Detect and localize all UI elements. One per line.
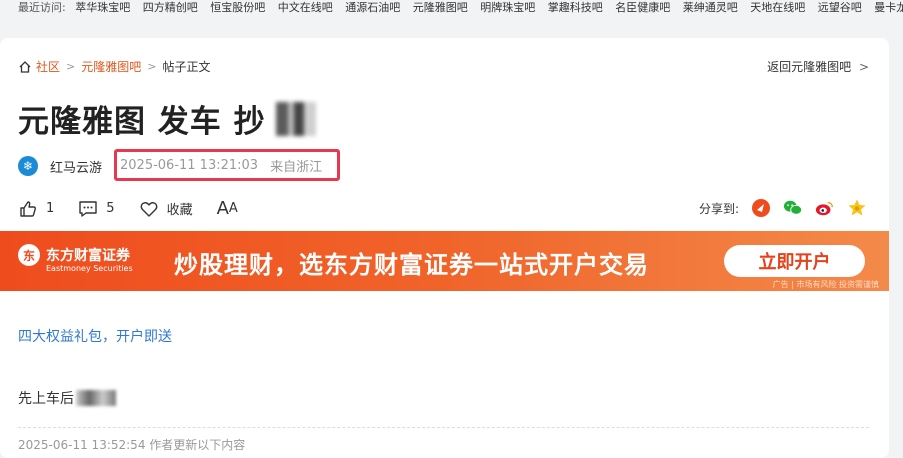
- post-title: 元隆雅图 发车 抄: [18, 96, 316, 141]
- post-location: 来自浙江: [270, 159, 323, 175]
- avatar[interactable]: ❄: [18, 156, 38, 176]
- open-account-button[interactable]: 立即开户: [724, 245, 865, 277]
- chevron-right-icon: >: [858, 60, 869, 74]
- recent-item[interactable]: 名臣健康吧: [615, 1, 670, 14]
- recent-item[interactable]: 掌趣科技吧: [548, 1, 603, 14]
- font-size-label-small: A: [228, 201, 238, 216]
- breadcrumb: 社区 > 元隆雅图吧 > 帖子正文: [18, 58, 210, 75]
- recent-item[interactable]: 恒宝股份吧: [210, 1, 265, 14]
- favorite-button[interactable]: 收藏: [139, 199, 193, 219]
- brand-name-en: Eastmoney Securities: [46, 264, 133, 273]
- redacted-text: [275, 101, 316, 136]
- brand-name-cn: 东方财富证券: [46, 248, 130, 264]
- post-author[interactable]: ❄ 红马云游: [18, 156, 102, 176]
- share-feed-icon[interactable]: [751, 198, 771, 218]
- comment-count: 5: [106, 201, 115, 216]
- ad-banner[interactable]: 东东方财富证券 Eastmoney Securities 炒股理财，选东方财富证…: [0, 231, 889, 291]
- redacted-text: [76, 390, 116, 406]
- recent-item[interactable]: 通源石油吧: [345, 1, 400, 14]
- breadcrumb-community[interactable]: 社区: [36, 58, 60, 75]
- divider: [18, 427, 869, 428]
- recent-item[interactable]: 远望谷吧: [818, 1, 862, 14]
- recent-item[interactable]: 曼卡龙: [874, 1, 903, 14]
- recent-item[interactable]: 莱绅通灵吧: [683, 1, 738, 14]
- recent-visits-label: 最近访问:: [18, 1, 66, 14]
- promo-link[interactable]: 四大权益礼包，开户即送: [18, 326, 172, 346]
- brand-logo: 东东方财富证券 Eastmoney Securities: [18, 244, 133, 273]
- home-icon[interactable]: [18, 60, 32, 74]
- recent-item[interactable]: 萃华珠宝吧: [75, 1, 130, 14]
- back-link-label: 返回元隆雅图吧: [767, 60, 852, 74]
- post-actions: 1 5 收藏 AA: [18, 198, 262, 219]
- post-meta-highlight: 2025-06-11 13:21:03 来自浙江: [114, 149, 340, 181]
- post-body: 先上车后: [18, 388, 116, 408]
- comment-icon: [79, 200, 97, 217]
- chevron-right-icon: >: [147, 60, 157, 73]
- recent-item[interactable]: 四方精创吧: [143, 1, 198, 14]
- author-name[interactable]: 红马云游: [50, 157, 102, 176]
- font-size-label-big: A: [216, 198, 229, 219]
- brand-logo-mark: 东: [18, 244, 40, 266]
- font-size-button[interactable]: AA: [217, 198, 238, 219]
- recent-visits-bar: 最近访问: 萃华珠宝吧 四方精创吧 恒宝股份吧 中文在线吧 通源石油吧 元隆雅图…: [0, 0, 903, 18]
- favorite-label: 收藏: [166, 203, 193, 218]
- recent-item[interactable]: 天地在线吧: [750, 1, 805, 14]
- share-label: 分享到:: [698, 201, 739, 216]
- post-body-text: 先上车后: [18, 391, 74, 407]
- recent-item[interactable]: 明牌珠宝吧: [480, 1, 535, 14]
- ad-slogan: 炒股理财，选东方财富证券一站式开户交易: [174, 251, 649, 279]
- share-bar: 分享到:: [699, 198, 867, 218]
- post-title-text: 元隆雅图 发车 抄: [18, 104, 266, 140]
- comment-button[interactable]: 5: [78, 199, 115, 219]
- heart-icon: [140, 201, 157, 217]
- post-time: 2025-06-11 13:21:03: [120, 157, 259, 173]
- thumbs-up-icon: [20, 200, 36, 217]
- back-to-bar-link[interactable]: 返回元隆雅图吧 >: [767, 58, 869, 75]
- breadcrumb-bar[interactable]: 元隆雅图吧: [81, 58, 141, 75]
- recent-item[interactable]: 中文在线吧: [278, 1, 333, 14]
- weibo-icon[interactable]: [815, 198, 835, 218]
- breadcrumb-current: 帖子正文: [162, 60, 211, 74]
- chevron-right-icon: >: [66, 60, 76, 73]
- star-icon[interactable]: [847, 198, 867, 218]
- like-button[interactable]: 1: [18, 199, 54, 219]
- ad-tag: 广告 | 市场有风险 投资需谨慎: [772, 280, 879, 289]
- like-count: 1: [46, 201, 55, 216]
- wechat-icon[interactable]: [783, 198, 803, 218]
- recent-item[interactable]: 元隆雅图吧: [413, 1, 468, 14]
- post-card: 社区 > 元隆雅图吧 > 帖子正文 返回元隆雅图吧 > 元隆雅图 发车 抄 ❄ …: [0, 38, 889, 458]
